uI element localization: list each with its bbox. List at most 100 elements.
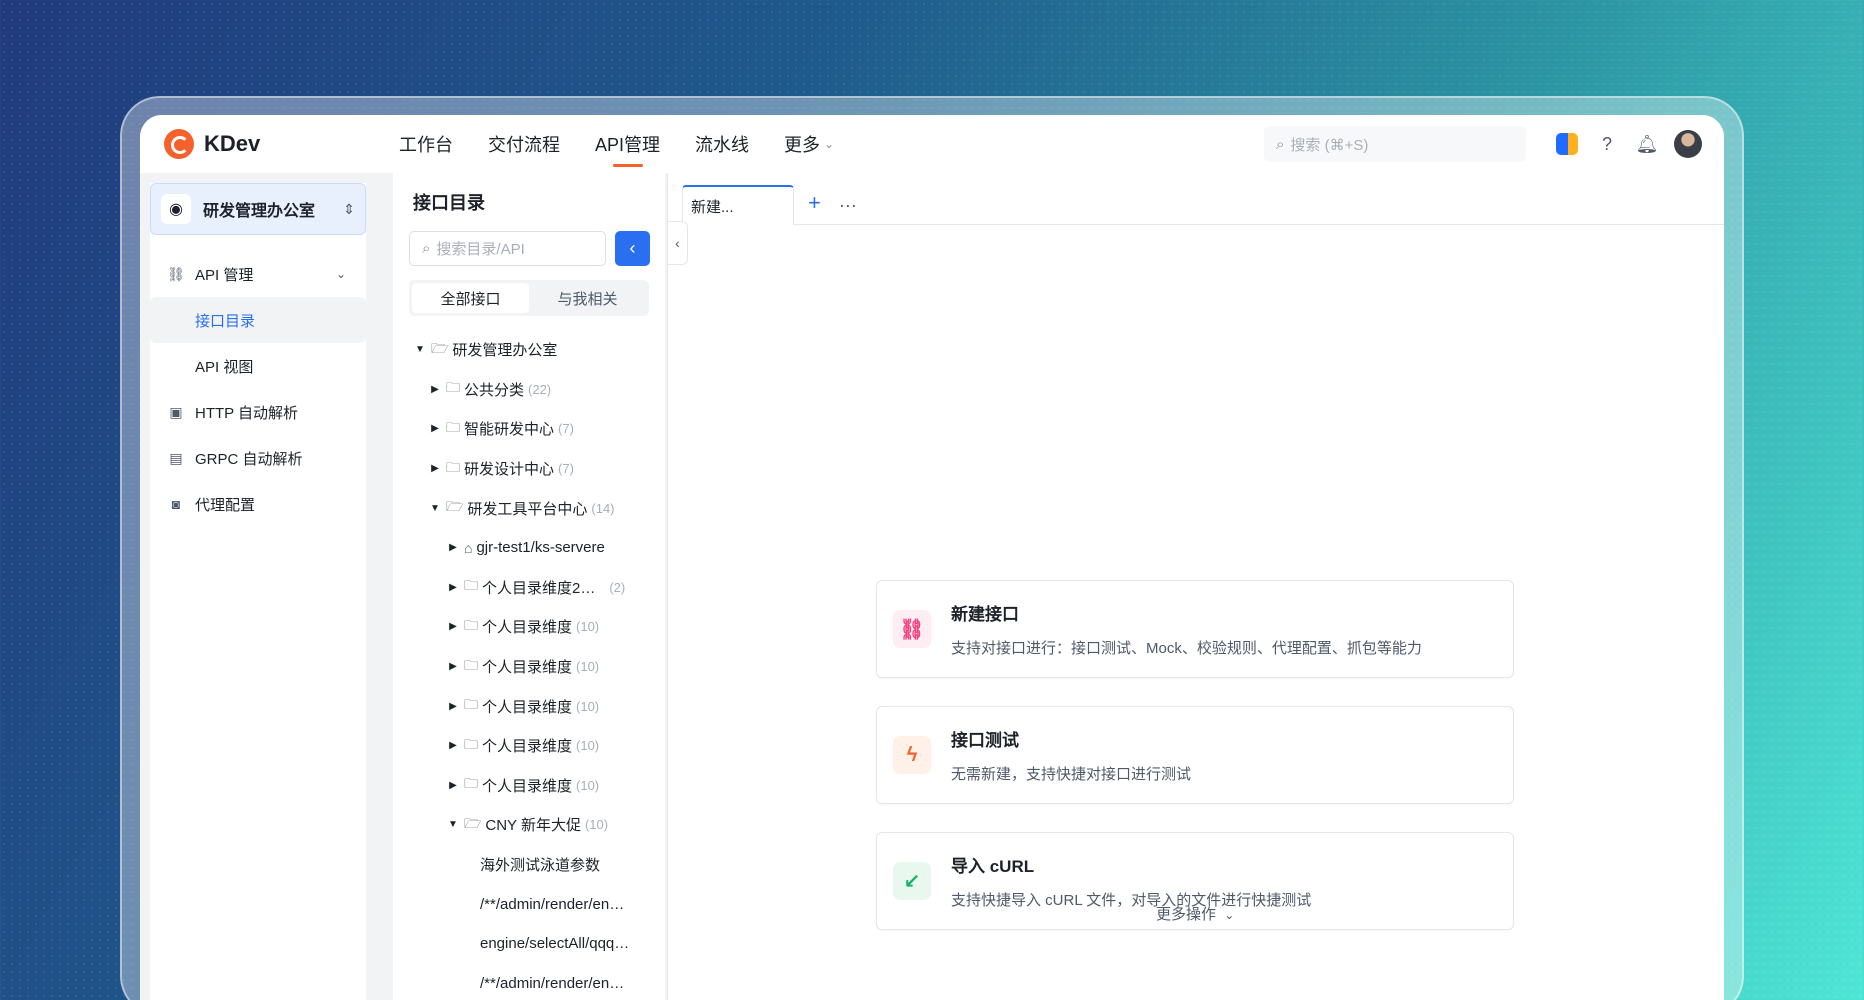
more-actions-button[interactable]: 更多操作 ⌄: [1156, 903, 1234, 924]
card-new-api[interactable]: ⛓ 新建接口 支持对接口进行：接口测试、Mock、校验规则、代理配置、抓包等能力: [876, 580, 1514, 678]
tree-leaf[interactable]: /**/admin/render/en…: [393, 964, 665, 1000]
sidebar-item-api-directory[interactable]: 接口目录: [150, 297, 366, 343]
sidebar-item-api-management[interactable]: ⛓ API 管理 ⌄: [150, 251, 366, 297]
nav-pipeline[interactable]: 流水线: [695, 115, 749, 173]
avatar[interactable]: [1674, 130, 1702, 158]
tree-leaf[interactable]: /**/admin/render/en…: [393, 884, 665, 924]
help-icon[interactable]: ?: [1594, 131, 1620, 157]
tree-node[interactable]: ▶ 🗀︎ 个人目录维度 (10): [393, 726, 665, 766]
tree-node-label: engine/selectAll/qqq…: [480, 935, 630, 953]
tree-search-input[interactable]: ⌕ 搜索目录/API: [409, 231, 606, 266]
sidebar-item-proxy-config[interactable]: ◙ 代理配置: [150, 481, 366, 527]
segment-related-to-me[interactable]: 与我相关: [529, 283, 646, 313]
card-desc: 支持对接口进行：接口测试、Mock、校验规则、代理配置、抓包等能力: [951, 640, 1422, 657]
caret-right-icon: ▶: [449, 700, 457, 712]
directory-tree: ▼ 🗁︎ 研发管理办公室 ▶ 🗀︎ 公共分类 (22) ▶ 🗀︎ 智能研发中心 (7) ▶ 🗀︎ 研…: [393, 330, 665, 1000]
quick-actions: ⛓ 新建接口 支持对接口进行：接口测试、Mock、校验规则、代理配置、抓包等能力…: [876, 580, 1514, 958]
main-nav: 工作台 交付流程 API管理 流水线 更多 ⌄: [399, 115, 869, 173]
card-desc: 支持快捷导入 cURL 文件，对导入的文件进行快捷测试: [951, 892, 1312, 909]
sidebar-item-api-view[interactable]: API 视图: [150, 343, 366, 389]
nav-api-management[interactable]: API管理: [595, 115, 660, 173]
tree-node-count: (22): [528, 381, 552, 397]
collapse-tree-button[interactable]: ‹: [615, 231, 650, 266]
tree-node[interactable]: ▼ 🗁︎ CNY 新年大促 (10): [393, 805, 665, 845]
import-icon: ↙: [893, 862, 931, 900]
tree-node-label: 个人目录维度: [482, 619, 573, 637]
tree-node-count: (10): [576, 698, 600, 714]
folder-icon: 🗀︎: [464, 735, 478, 752]
folder-open-icon: 🗁︎: [464, 814, 482, 831]
caret-right-icon: ▶: [449, 779, 457, 791]
more-icon[interactable]: ···: [839, 195, 857, 216]
tree-node-label: 公共分类: [464, 381, 525, 399]
add-tab-icon[interactable]: +: [808, 190, 821, 216]
workspace-switcher[interactable]: ◉ 研发管理办公室 ⇕: [150, 183, 366, 235]
search-icon: ⌕: [1276, 135, 1285, 153]
card-title: 接口测试: [951, 731, 1019, 750]
caret-down-icon: ▼: [448, 819, 458, 831]
caret-right-icon: ▶: [431, 423, 439, 435]
link-icon: ⛓: [893, 610, 931, 648]
chevron-down-icon: ⌄: [335, 267, 346, 281]
collapse-panel-button[interactable]: ‹: [668, 221, 688, 265]
tab-new[interactable]: 新建...: [682, 185, 794, 225]
caret-right-icon: ▶: [449, 740, 457, 752]
tree-node[interactable]: ▶ 🗀︎ 个人目录维度 (10): [393, 607, 665, 647]
tree-node-label: 个人目录维度: [482, 659, 573, 677]
tree-node-count: (7): [558, 461, 574, 477]
tree-leaf[interactable]: 海外测试泳道参数: [393, 845, 665, 885]
top-header: KDev 工作台 交付流程 API管理 流水线 更多 ⌄ ⌕ 搜索 (⌘+S) ?…: [140, 115, 1724, 173]
caret-right-icon: ▶: [431, 463, 439, 475]
search-placeholder: 搜索 (⌘+S): [1290, 136, 1369, 154]
sidebar-item-label: HTTP 自动解析: [195, 404, 299, 422]
tree-search-bar: ⌕ 搜索目录/API ‹: [409, 231, 665, 266]
tree-node[interactable]: ▼ 🗁︎ 研发管理办公室: [393, 330, 665, 370]
card-body: 接口测试 无需新建，支持快捷对接口进行测试: [951, 726, 1191, 784]
tree-node[interactable]: ▶ 🗀︎ 公共分类 (22): [393, 370, 665, 410]
more-actions-label: 更多操作: [1156, 906, 1217, 923]
card-api-test[interactable]: ϟ 接口测试 无需新建，支持快捷对接口进行测试: [876, 706, 1514, 804]
folder-icon: 🗀︎: [446, 418, 460, 435]
tree-node[interactable]: ▶ 🗀︎ 智能研发中心 (7): [393, 409, 665, 449]
tree-node-label: 研发工具平台中心: [467, 500, 588, 518]
monitor-icon: ▣: [169, 403, 183, 420]
card-body: 新建接口 支持对接口进行：接口测试、Mock、校验规则、代理配置、抓包等能力: [951, 600, 1422, 658]
folder-icon: 🗀︎: [464, 577, 478, 594]
tree-node[interactable]: ▶ 🗀︎ 研发设计中心 (7): [393, 449, 665, 489]
folder-open-icon: 🗁︎: [446, 498, 464, 515]
bell-icon[interactable]: 🔔︎: [1634, 131, 1660, 157]
tree-node-label: 个人目录维度2…: [482, 579, 596, 597]
tree-node[interactable]: ▶ 🗀︎ 个人目录维度 (10): [393, 647, 665, 687]
github-icon: ◉: [161, 194, 191, 224]
proxy-icon: ◙: [171, 496, 181, 512]
tree-node[interactable]: ▶ 🗀︎ 个人目录维度 (10): [393, 686, 665, 726]
tree-node-label: /**/admin/render/en…: [480, 895, 625, 913]
app-logo[interactable]: KDev: [164, 129, 384, 159]
nav-more[interactable]: 更多 ⌄: [784, 115, 834, 173]
segment-all-apis[interactable]: 全部接口: [412, 283, 529, 313]
tree-node[interactable]: ▶ 🗀︎ 个人目录维度 (10): [393, 766, 665, 806]
tree-node[interactable]: ▼ 🗁︎ 研发工具平台中心 (14): [393, 488, 665, 528]
caret-right-icon: ▶: [431, 383, 439, 395]
caret-right-icon: ▶: [449, 581, 457, 593]
folder-icon: 🗀︎: [464, 696, 478, 713]
scope-segmented-control: 全部接口 与我相关: [409, 280, 649, 316]
card-desc: 无需新建，支持快捷对接口进行测试: [951, 766, 1192, 783]
tree-node-label: 海外测试泳道参数: [480, 857, 601, 875]
service-icon: ⌂: [464, 539, 473, 556]
card-title: 新建接口: [951, 605, 1019, 624]
sidebar-item-http-parse[interactable]: ▣ HTTP 自动解析: [150, 389, 366, 435]
sidebar-item-label: API 视图: [195, 358, 254, 376]
tree-leaf[interactable]: engine/selectAll/qqq…: [393, 924, 665, 964]
feedback-icon[interactable]: [1554, 131, 1580, 157]
tree-node[interactable]: ▶ 🗀︎ 个人目录维度2… (2): [393, 568, 665, 608]
nav-workbench[interactable]: 工作台: [399, 115, 453, 173]
global-search-input[interactable]: ⌕ 搜索 (⌘+S): [1264, 126, 1526, 162]
sidebar-item-grpc-parse[interactable]: ▤ GRPC 自动解析: [150, 435, 366, 481]
caret-right-icon: ▶: [449, 621, 457, 633]
tree-node[interactable]: ▶ ⌂ gjr-test1/ks-servere: [393, 528, 665, 568]
workspace-name: 研发管理办公室: [203, 203, 316, 220]
tree-node-label: 个人目录维度: [482, 698, 573, 716]
tree-node-label: CNY 新年大促: [485, 817, 581, 835]
nav-delivery[interactable]: 交付流程: [488, 115, 560, 173]
